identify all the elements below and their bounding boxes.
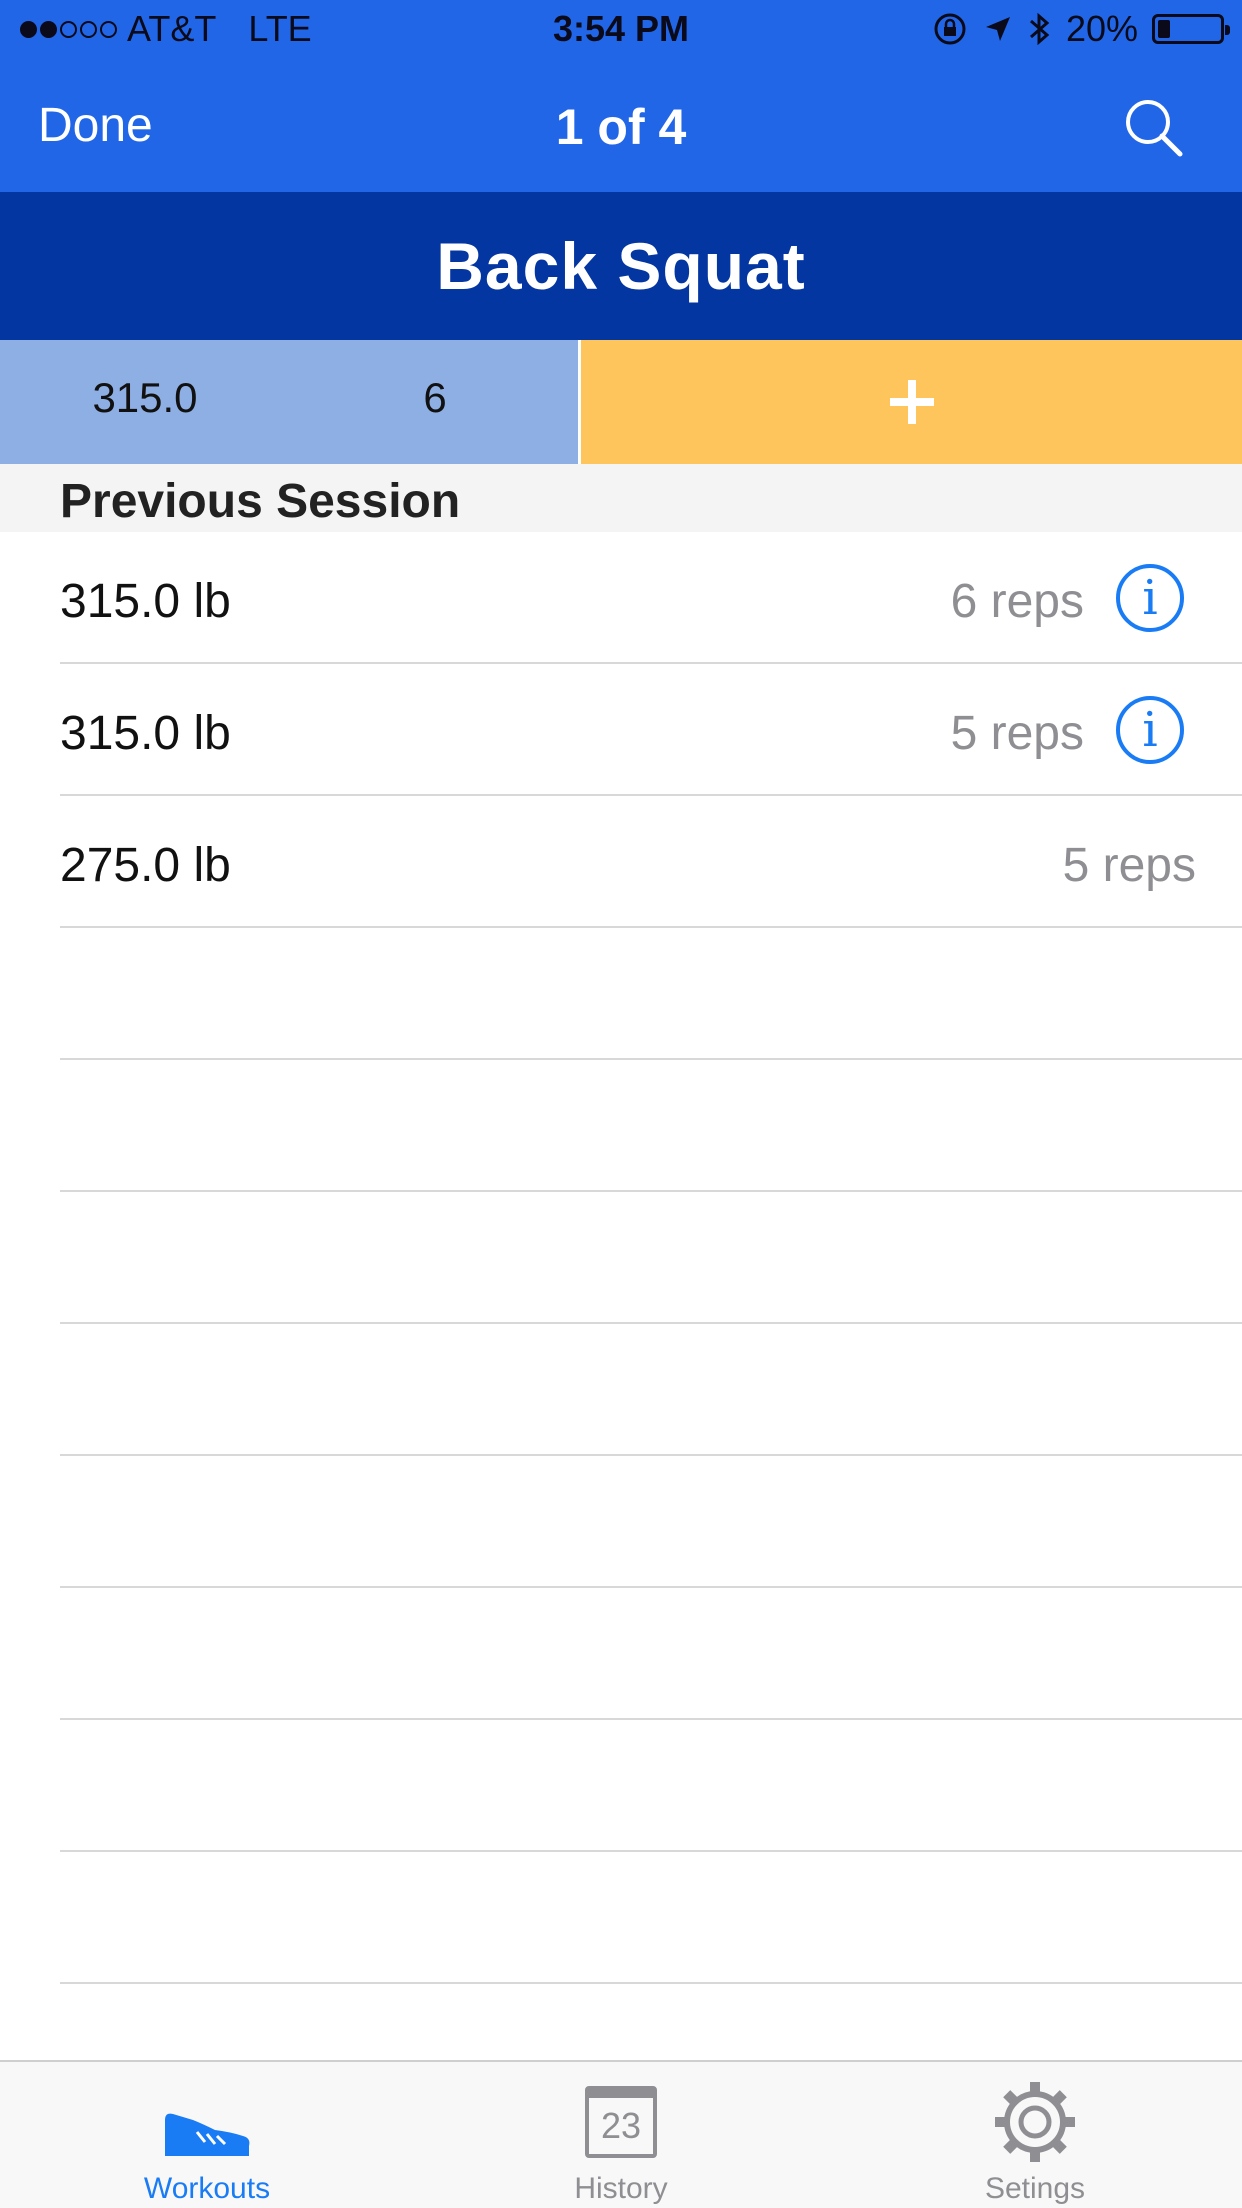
tab-workouts[interactable]: Workouts <box>0 2062 414 2208</box>
tab-history[interactable]: 23 History <box>414 2062 828 2208</box>
empty-row <box>0 1324 1242 1456</box>
section-title: Previous Session <box>60 475 461 528</box>
tab-label: Workouts <box>143 2172 271 2205</box>
set-weight: 315.0 lb <box>60 707 231 760</box>
tab-settings[interactable]: Setings <box>828 2062 1242 2208</box>
reps-input[interactable]: 6 <box>380 374 490 422</box>
calendar-icon: 23 <box>585 2086 657 2158</box>
set-row: 275.0 lb 5 reps <box>0 796 1242 928</box>
empty-row <box>0 1588 1242 1720</box>
status-right: 20% <box>932 8 1230 50</box>
previous-session-header: Previous Session <box>0 464 1242 532</box>
navigation-bar: Done 1 of 4 <box>0 62 1242 192</box>
empty-row <box>0 1852 1242 1984</box>
set-row: 315.0 lb 5 reps i <box>0 664 1242 796</box>
tab-label: Setings <box>984 2172 1086 2205</box>
search-icon[interactable] <box>1118 92 1188 162</box>
battery-percent: 20% <box>1065 8 1138 49</box>
empty-row <box>0 1060 1242 1192</box>
tab-bar: Workouts 23 History Setings <box>0 2060 1242 2208</box>
sneaker-icon <box>165 2113 250 2156</box>
info-icon[interactable]: i <box>1116 696 1184 764</box>
empty-row <box>0 1456 1242 1588</box>
previous-sets-list: 315.0 lb 6 reps i 315.0 lb 5 reps i 275.0 lb 5 … <box>0 532 1242 1984</box>
location-arrow-icon <box>985 17 1010 41</box>
set-row: 315.0 lb 6 reps i <box>0 532 1242 664</box>
add-set-button[interactable] <box>581 340 1242 464</box>
set-weight: 315.0 lb <box>60 575 231 628</box>
info-icon[interactable]: i <box>1116 564 1184 632</box>
done-button[interactable]: Done <box>38 98 153 153</box>
bluetooth-icon <box>1029 12 1050 46</box>
empty-row <box>0 1720 1242 1852</box>
tab-label: History <box>574 2172 668 2205</box>
orientation-lock-icon <box>934 13 966 45</box>
set-entry-row: 315.0 6 <box>0 340 1242 464</box>
gear-icon <box>995 2082 1075 2162</box>
set-weight: 275.0 lb <box>60 839 231 892</box>
weight-input[interactable]: 315.0 <box>60 374 230 422</box>
empty-row <box>0 928 1242 1060</box>
battery-icon <box>1152 14 1230 44</box>
battery-level <box>1158 20 1170 38</box>
set-reps: 5 reps <box>950 707 1084 760</box>
set-reps: 5 reps <box>1062 839 1196 892</box>
status-bar: AT&T LTE 3:54 PM 20% <box>0 0 1242 62</box>
page-counter-title: 1 of 4 <box>555 99 687 155</box>
set-entry-fields: 315.0 6 <box>0 340 578 464</box>
set-reps: 6 reps <box>950 575 1084 628</box>
empty-row <box>0 1192 1242 1324</box>
exercise-title: Back Squat <box>0 192 1242 340</box>
plus-icon <box>889 380 934 424</box>
